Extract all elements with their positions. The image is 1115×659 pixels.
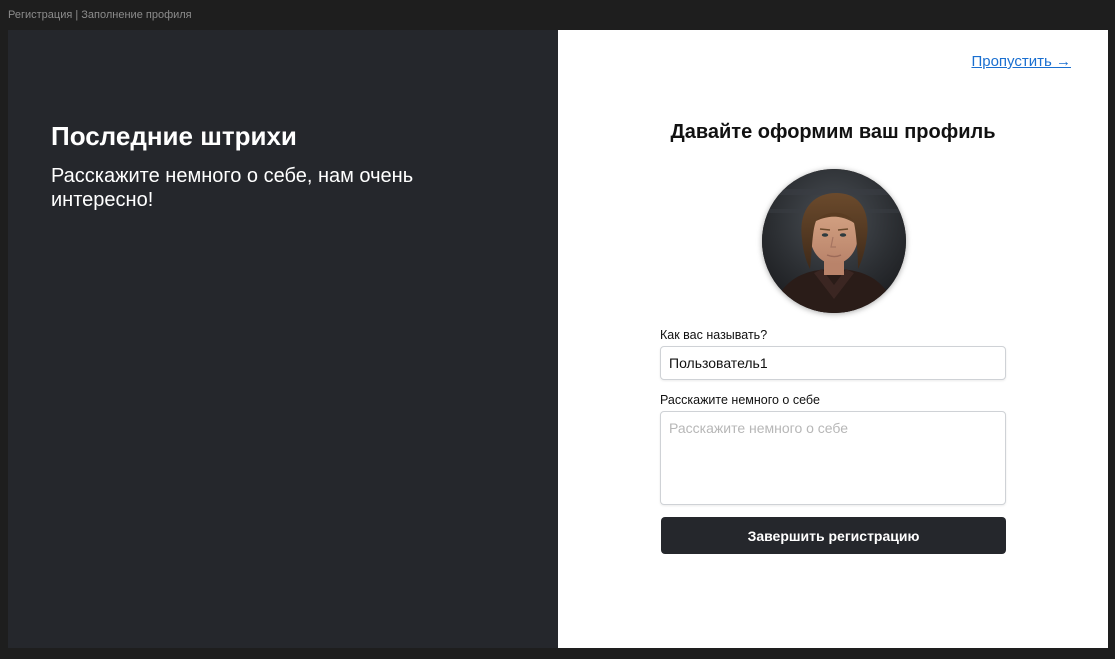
about-field-label: Расскажите немного о себе xyxy=(660,393,820,407)
form-title: Давайте оформим ваш профиль xyxy=(670,121,996,143)
profile-form-panel: Пропустить → Давайте оформим ваш профиль xyxy=(558,30,1108,648)
skip-link[interactable]: Пропустить → xyxy=(971,53,1071,70)
intro-title: Последние штрихи xyxy=(51,121,297,151)
avatar-photo-icon xyxy=(762,169,906,313)
name-field-label: Как вас называть? xyxy=(660,328,768,342)
window-title: Регистрация | Заполнение профиля xyxy=(8,9,192,21)
name-input[interactable] xyxy=(660,346,1006,380)
complete-registration-button[interactable]: Завершить регистрацию xyxy=(661,517,1006,554)
about-textarea[interactable] xyxy=(660,411,1006,505)
avatar[interactable] xyxy=(762,169,906,313)
intro-panel: Последние штрихи Расскажите немного о се… xyxy=(8,30,558,648)
registration-frame: Последние штрихи Расскажите немного о се… xyxy=(8,30,1108,648)
intro-subtitle: Расскажите немного о себе, нам очень инт… xyxy=(51,165,414,211)
